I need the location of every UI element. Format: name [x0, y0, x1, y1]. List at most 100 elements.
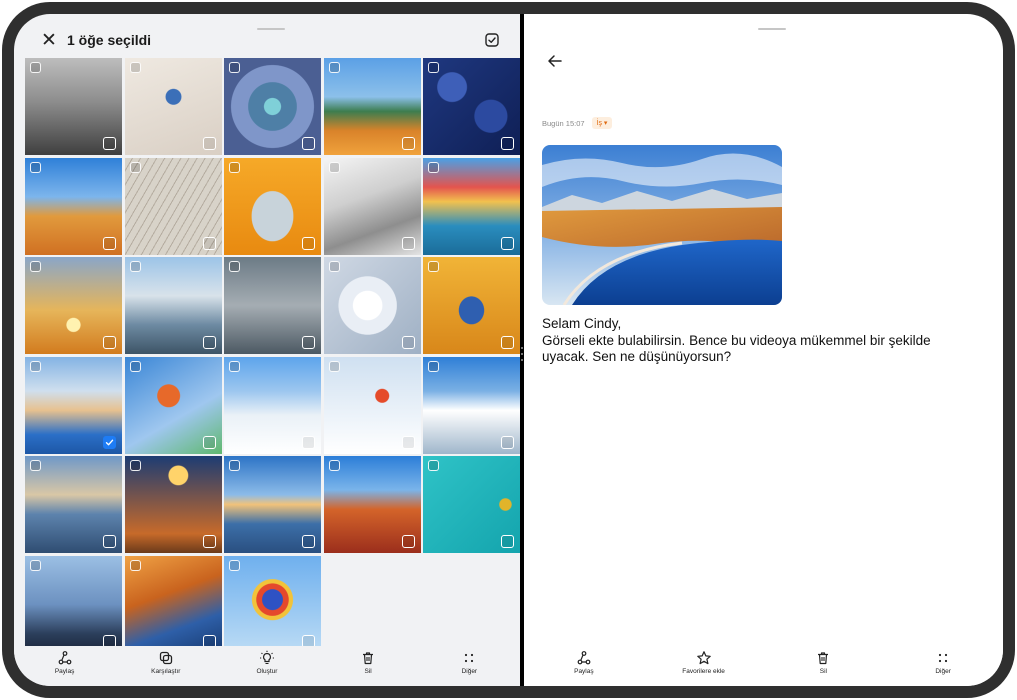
photo-thumbnail[interactable]: [224, 555, 321, 646]
photo-thumbnail[interactable]: [224, 157, 321, 255]
photo-thumbnail[interactable]: [224, 456, 321, 553]
photo-thumbnail[interactable]: [124, 456, 222, 553]
selection-checkbox[interactable]: [501, 336, 514, 349]
expand-icon[interactable]: [428, 261, 439, 272]
selection-checkbox[interactable]: [401, 336, 415, 349]
selection-checkbox[interactable]: [202, 336, 216, 349]
expand-icon[interactable]: [129, 559, 141, 571]
selection-checkbox[interactable]: [103, 236, 116, 250]
expand-icon[interactable]: [229, 62, 240, 73]
photo-thumbnail[interactable]: [423, 157, 520, 255]
note-message[interactable]: Selam Cindy, Görseli ekte bulabilirsin. …: [542, 316, 987, 366]
close-selection-button[interactable]: ✕: [38, 30, 60, 52]
photo-thumbnail[interactable]: [25, 356, 122, 454]
expand-icon[interactable]: [328, 161, 340, 173]
photo-thumbnail[interactable]: [124, 356, 222, 454]
gallery-create-button[interactable]: Oluştur: [222, 646, 312, 675]
add-to-favorites-button[interactable]: Favorilere ekle: [659, 646, 749, 675]
attached-image[interactable]: [542, 145, 782, 305]
expand-icon[interactable]: [328, 62, 340, 73]
selection-checkbox[interactable]: [501, 236, 514, 250]
selection-checkbox[interactable]: [401, 435, 415, 449]
photo-thumbnail[interactable]: [25, 157, 122, 255]
expand-icon[interactable]: [129, 460, 141, 471]
photo-thumbnail[interactable]: [224, 356, 321, 454]
note-share-button[interactable]: Paylaş: [539, 646, 629, 675]
expand-icon[interactable]: [428, 360, 439, 372]
photo-thumbnail[interactable]: [224, 58, 321, 155]
photo-thumbnail[interactable]: [323, 456, 421, 553]
photo-thumbnail[interactable]: [124, 555, 222, 646]
photo-thumbnail[interactable]: [224, 257, 321, 354]
photo-thumbnail[interactable]: [323, 356, 421, 454]
selection-checkbox[interactable]: [401, 236, 415, 250]
selection-checkbox[interactable]: [302, 236, 315, 250]
selection-checkbox[interactable]: [501, 137, 514, 150]
expand-icon[interactable]: [328, 261, 340, 272]
photo-thumbnail[interactable]: [423, 356, 520, 454]
select-all-button[interactable]: [484, 32, 500, 48]
expand-icon[interactable]: [129, 261, 141, 272]
photo-thumbnail[interactable]: [423, 58, 520, 155]
gallery-share-button[interactable]: Paylaş: [20, 646, 110, 675]
note-more-button[interactable]: Diğer: [898, 646, 988, 675]
selection-checkbox[interactable]: [103, 634, 116, 646]
expand-icon[interactable]: [328, 360, 340, 372]
selection-checkbox[interactable]: [302, 336, 315, 349]
expand-icon[interactable]: [428, 161, 439, 173]
selection-checkbox[interactable]: [202, 435, 216, 449]
selection-checkbox[interactable]: [302, 435, 315, 449]
gallery-more-button[interactable]: Diğer: [424, 646, 514, 675]
photo-thumbnail[interactable]: [25, 58, 122, 155]
selection-checkbox[interactable]: [202, 634, 216, 646]
selection-checkbox[interactable]: [501, 435, 514, 449]
expand-icon[interactable]: [229, 261, 240, 272]
photo-thumbnail[interactable]: [323, 58, 421, 155]
expand-icon[interactable]: [129, 161, 141, 173]
note-pane-grabber[interactable]: [758, 28, 786, 30]
photo-thumbnail[interactable]: [124, 58, 222, 155]
expand-icon[interactable]: [229, 460, 240, 471]
selection-checkbox[interactable]: [202, 236, 216, 250]
note-delete-button[interactable]: Sil: [778, 646, 868, 675]
expand-icon[interactable]: [428, 460, 439, 471]
photo-thumbnail[interactable]: [124, 257, 222, 354]
split-screen-handle[interactable]: [521, 347, 523, 361]
expand-icon[interactable]: [328, 460, 340, 471]
photo-thumbnail[interactable]: [323, 257, 421, 354]
expand-icon[interactable]: [30, 460, 41, 471]
expand-icon[interactable]: [30, 62, 41, 73]
expand-icon[interactable]: [229, 360, 240, 372]
gallery-delete-button[interactable]: Sil: [323, 646, 413, 675]
photo-thumbnail[interactable]: [124, 157, 222, 255]
selection-checkbox[interactable]: [501, 535, 514, 548]
selection-checkbox[interactable]: [302, 634, 315, 646]
expand-icon[interactable]: [428, 62, 439, 73]
photo-thumbnail[interactable]: [423, 456, 520, 553]
selection-checkbox[interactable]: [401, 137, 415, 150]
expand-icon[interactable]: [229, 559, 240, 571]
back-button[interactable]: [544, 50, 566, 72]
expand-icon[interactable]: [30, 559, 41, 571]
note-category-tag[interactable]: İş ▾: [591, 117, 613, 129]
photo-thumbnail[interactable]: [25, 456, 122, 553]
selected-checkbox[interactable]: [103, 435, 116, 449]
selection-checkbox[interactable]: [302, 535, 315, 548]
selection-checkbox[interactable]: [202, 137, 216, 150]
expand-icon[interactable]: [229, 161, 240, 173]
expand-icon[interactable]: [30, 261, 41, 272]
gallery-compare-button[interactable]: Karşılaştır: [121, 646, 211, 675]
photo-thumbnail[interactable]: [25, 555, 122, 646]
selection-checkbox[interactable]: [103, 535, 116, 548]
photo-thumbnail[interactable]: [423, 257, 520, 354]
selection-checkbox[interactable]: [302, 137, 315, 150]
selection-checkbox[interactable]: [103, 137, 116, 150]
expand-icon[interactable]: [30, 360, 41, 372]
selection-checkbox[interactable]: [401, 535, 415, 548]
expand-icon[interactable]: [129, 62, 141, 73]
selection-checkbox[interactable]: [103, 336, 116, 349]
expand-icon[interactable]: [129, 360, 141, 372]
photo-thumbnail[interactable]: [323, 157, 421, 255]
selection-checkbox[interactable]: [202, 535, 216, 548]
photo-thumbnail[interactable]: [25, 257, 122, 354]
